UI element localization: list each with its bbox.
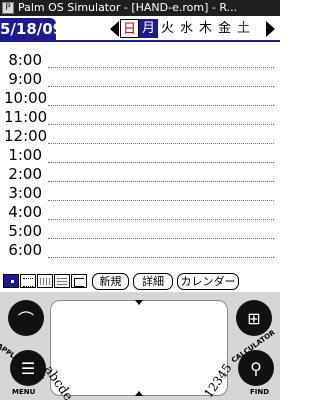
agenda-view-button[interactable] (71, 274, 87, 288)
weekday-selector: 日 月 火 水 木 金 土 (120, 19, 253, 38)
time-slot[interactable]: 3:00 (0, 184, 280, 203)
time-slot[interactable]: 4:00 (0, 203, 280, 222)
home-swoosh-icon: ⌒ (17, 310, 34, 329)
view-switcher (3, 274, 88, 288)
slot-dotted-line (48, 105, 274, 106)
silkscreen-area: ⌒ APPLICATIONS ☰ MENU abcde 12345 ⊞ CALC… (0, 292, 280, 404)
slot-dotted-line (48, 257, 274, 258)
slot-dotted-line (48, 219, 274, 220)
previous-week-arrow-icon[interactable] (110, 21, 119, 37)
slot-dotted-line (48, 181, 274, 182)
next-week-arrow-icon[interactable] (266, 21, 275, 37)
menu-icon: ☰ (20, 358, 36, 378)
slot-time-label: 1:00 (8, 146, 42, 164)
weekday-thursday[interactable]: 木 (196, 19, 215, 38)
month-view-button[interactable] (54, 274, 70, 288)
time-slot[interactable]: 2:00 (0, 165, 280, 184)
agenda-view-icon (74, 278, 84, 287)
day-view-button[interactable] (3, 274, 19, 288)
menu-label: MENU (12, 388, 36, 396)
graffiti-numbers-label: 12345 (201, 361, 235, 401)
palm-screen: 5/18/09 日 月 火 水 木 金 土 8:00 9:00 10:00 11… (0, 16, 280, 292)
graffiti-top-marker-icon (135, 300, 143, 305)
slot-dotted-line (48, 86, 274, 87)
slot-time-label: 11:00 (4, 108, 48, 126)
day-view-icon (6, 278, 16, 285)
menu-button[interactable]: ☰ (10, 350, 46, 386)
time-slot[interactable]: 10:00 (0, 89, 280, 108)
week-list-view-button[interactable] (37, 274, 53, 288)
week-view-icon (23, 278, 33, 287)
slot-dotted-line (48, 200, 274, 201)
slot-dotted-line (48, 238, 274, 239)
magnifier-icon: ⚲ (250, 358, 262, 378)
window-title: Palm OS Simulator - [HAND-e.rom] - R... (18, 1, 238, 14)
calculator-icon: ⊞ (247, 308, 261, 328)
time-slot[interactable]: 6:00 (0, 241, 280, 260)
time-slot[interactable]: 12:00 (0, 127, 280, 146)
slot-time-label: 10:00 (4, 89, 48, 107)
slot-time-label: 9:00 (8, 70, 42, 88)
graffiti-input-area[interactable]: abcde 12345 (41, 300, 234, 404)
time-slot[interactable]: 11:00 (0, 108, 280, 127)
slot-time-label: 4:00 (8, 203, 42, 221)
time-slot[interactable]: 1:00 (0, 146, 280, 165)
weekday-saturday[interactable]: 土 (234, 19, 253, 38)
time-slot[interactable]: 8:00 (0, 51, 280, 70)
date-title-tab[interactable]: 5/18/09 (0, 18, 63, 40)
weekday-sunday[interactable]: 日 (120, 19, 139, 38)
find-label: FIND (250, 388, 270, 396)
find-button[interactable]: ⚲ (238, 350, 274, 386)
graffiti-bottom-marker-icon (135, 391, 143, 396)
palm-app-icon[interactable]: P (2, 2, 14, 14)
weekday-wednesday[interactable]: 水 (177, 19, 196, 38)
slot-dotted-line (48, 143, 274, 144)
slot-time-label: 5:00 (8, 222, 42, 240)
slot-time-label: 2:00 (8, 165, 42, 183)
slot-time-label: 3:00 (8, 184, 42, 202)
slot-time-label: 12:00 (4, 127, 48, 145)
graffiti-letters-label: abcde (40, 363, 76, 404)
slot-time-label: 8:00 (8, 51, 42, 69)
week-list-view-icon (40, 278, 50, 285)
calculator-button[interactable]: ⊞ (236, 300, 272, 336)
slot-time-label: 6:00 (8, 241, 42, 259)
applications-button[interactable]: ⌒ (8, 300, 44, 336)
time-slot[interactable]: 9:00 (0, 70, 280, 89)
new-button[interactable]: 新規 (92, 273, 129, 290)
slot-dotted-line (48, 162, 274, 163)
weekday-friday[interactable]: 金 (215, 19, 234, 38)
calendar-button[interactable]: カレンダー (177, 273, 239, 290)
slot-dotted-line (48, 124, 274, 125)
slot-dotted-line (48, 67, 274, 68)
details-button[interactable]: 詳細 (133, 273, 173, 290)
header-divider (0, 40, 280, 42)
week-view-button[interactable] (20, 274, 36, 288)
weekday-tuesday[interactable]: 火 (158, 19, 177, 38)
time-slot[interactable]: 5:00 (0, 222, 280, 241)
weekday-monday[interactable]: 月 (139, 19, 158, 38)
month-view-icon (57, 278, 67, 285)
window-titlebar: P Palm OS Simulator - [HAND-e.rom] - R..… (0, 0, 280, 16)
